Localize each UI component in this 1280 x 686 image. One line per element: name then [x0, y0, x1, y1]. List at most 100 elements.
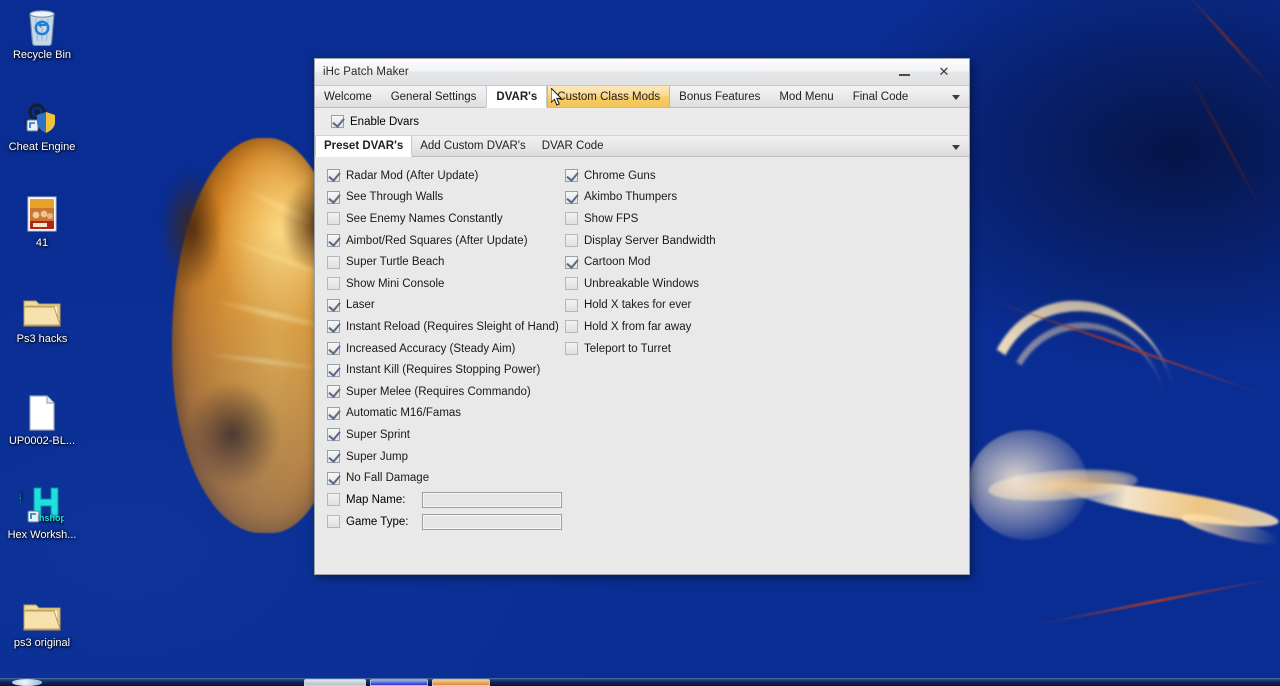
- subtab-dvar-code[interactable]: DVAR Code: [534, 136, 612, 156]
- sub-tab-strip[interactable]: Preset DVAR's Add Custom DVAR's DVAR Code: [315, 136, 969, 157]
- dvar-label: Instant Reload (Requires Sleight of Hand…: [346, 320, 559, 333]
- dvar-option-row[interactable]: Super Melee (Requires Commando): [327, 381, 565, 403]
- tab-welcome[interactable]: Welcome: [315, 86, 382, 107]
- dvar-checkbox[interactable]: [327, 298, 340, 312]
- dvar-checkbox[interactable]: [565, 169, 578, 183]
- dvar-checkbox[interactable]: [565, 255, 578, 269]
- dvar-checkbox[interactable]: [327, 428, 340, 442]
- dvar-checkbox[interactable]: [327, 234, 340, 248]
- game-type-checkbox[interactable]: [327, 515, 340, 529]
- dvar-option-row[interactable]: Display Server Bandwidth: [565, 230, 815, 252]
- dvar-checkbox[interactable]: [327, 320, 340, 334]
- jellyfish-tentacle-arc-2: [988, 307, 1182, 512]
- dvar-option-row[interactable]: Hold X takes for ever: [565, 295, 815, 317]
- dvar-option-row[interactable]: See Enemy Names Constantly: [327, 208, 565, 230]
- game-type-row: Game Type:: [327, 511, 565, 533]
- dvar-checkbox[interactable]: [327, 212, 340, 226]
- dvar-checkbox[interactable]: [327, 406, 340, 420]
- dvar-label: Instant Kill (Requires Stopping Power): [346, 364, 541, 377]
- desktop-icon-ps3-original[interactable]: ps3 original: [0, 592, 84, 649]
- desktop-icon-ps3-hacks[interactable]: Ps3 hacks: [0, 288, 84, 345]
- dvar-checkbox[interactable]: [327, 342, 340, 356]
- dvar-checkbox[interactable]: [327, 190, 340, 204]
- dvar-option-row[interactable]: Radar Mod (After Update): [327, 165, 565, 187]
- dvar-option-row[interactable]: Laser: [327, 295, 565, 317]
- dvar-option-row[interactable]: Instant Kill (Requires Stopping Power): [327, 359, 565, 381]
- window-titlebar[interactable]: iHc Patch Maker ✕: [315, 59, 969, 86]
- dvar-option-row[interactable]: Increased Accuracy (Steady Aim): [327, 338, 565, 360]
- dvar-label: No Fall Damage: [346, 472, 430, 485]
- dvar-option-row[interactable]: Automatic M16/Famas: [327, 403, 565, 425]
- dvar-checkbox[interactable]: [565, 277, 578, 291]
- dvar-option-row[interactable]: Cartoon Mod: [565, 251, 815, 273]
- folder-icon: [0, 288, 84, 330]
- dvar-option-row[interactable]: Super Jump: [327, 446, 565, 468]
- hex-h-icon: HEX hshop: [0, 484, 84, 526]
- dvar-option-row[interactable]: No Fall Damage: [327, 467, 565, 489]
- dvar-checkbox[interactable]: [565, 212, 578, 226]
- game-type-input[interactable]: [422, 513, 562, 530]
- minimize-icon: [898, 73, 910, 76]
- dvar-label: Super Turtle Beach: [346, 256, 445, 269]
- tab-final-code[interactable]: Final Code: [844, 86, 919, 107]
- tab-overflow-button[interactable]: [947, 86, 965, 108]
- dvar-label: Unbreakable Windows: [584, 277, 700, 290]
- minimize-button[interactable]: [885, 59, 923, 84]
- jellyfish-tentacle-band-2: [987, 464, 1139, 506]
- desktop-icon-cheat-engine[interactable]: Cheat Engine: [0, 96, 84, 153]
- tab-mod-menu[interactable]: Mod Menu: [770, 86, 843, 107]
- dvar-checkbox[interactable]: [327, 169, 340, 183]
- dvar-checkbox[interactable]: [327, 471, 340, 485]
- tab-general-settings[interactable]: General Settings: [382, 86, 487, 107]
- dvar-option-row[interactable]: Chrome Guns: [565, 165, 815, 187]
- svg-text:HEX: HEX: [20, 492, 23, 503]
- dvar-option-row[interactable]: Super Turtle Beach: [327, 251, 565, 273]
- dvar-checkbox[interactable]: [565, 342, 578, 356]
- subtab-overflow-button[interactable]: [947, 136, 965, 158]
- tab-custom-class-mods[interactable]: Custom Class Mods: [547, 86, 671, 107]
- tab-label: Custom Class Mods: [557, 90, 661, 103]
- dvar-checkbox[interactable]: [327, 277, 340, 291]
- dvar-option-row[interactable]: Show Mini Console: [327, 273, 565, 295]
- desktop-icon-recycle-bin[interactable]: Recycle Bin: [0, 4, 84, 61]
- taskbar-button-1[interactable]: [304, 679, 366, 686]
- taskbar-button-3[interactable]: [432, 679, 490, 686]
- dvar-option-row[interactable]: Instant Reload (Requires Sleight of Hand…: [327, 316, 565, 338]
- close-icon: ✕: [938, 63, 950, 79]
- dvar-checkbox[interactable]: [327, 385, 340, 399]
- tab-dvar-s[interactable]: DVAR's: [486, 86, 548, 108]
- desktop-icon-up0002-bl[interactable]: UP0002-BL...: [0, 390, 84, 447]
- dvar-checkbox[interactable]: [327, 450, 340, 464]
- main-tab-strip[interactable]: Welcome General Settings DVAR's Custom Clas…: [315, 86, 969, 108]
- dvar-checkbox[interactable]: [327, 255, 340, 269]
- dvar-option-row[interactable]: See Through Walls: [327, 187, 565, 209]
- dvar-option-row[interactable]: Aimbot/Red Squares (After Update): [327, 230, 565, 252]
- dvar-option-row[interactable]: Super Sprint: [327, 424, 565, 446]
- dvar-checkbox[interactable]: [565, 234, 578, 248]
- start-button[interactable]: [12, 679, 42, 686]
- map-name-input[interactable]: [422, 491, 562, 508]
- taskbar-button-2[interactable]: [370, 679, 428, 686]
- taskbar[interactable]: [0, 678, 1280, 686]
- dvar-checkbox[interactable]: [565, 320, 578, 334]
- close-button[interactable]: ✕: [925, 59, 963, 84]
- subtab-add-custom-dvar-s[interactable]: Add Custom DVAR's: [412, 136, 534, 156]
- dvar-option-row[interactable]: Akimbo Thumpers: [565, 187, 815, 209]
- jellyfish-tentacle-band: [1064, 475, 1280, 535]
- patch-maker-window: iHc Patch Maker ✕ Welcome General Setting…: [314, 58, 970, 575]
- dvar-option-row[interactable]: Hold X from far away: [565, 316, 815, 338]
- tab-bonus-features[interactable]: Bonus Features: [670, 86, 770, 107]
- dvar-label: Automatic M16/Famas: [346, 407, 462, 420]
- dvar-option-row[interactable]: Show FPS: [565, 208, 815, 230]
- enable-dvars-checkbox[interactable]: [331, 115, 344, 128]
- desktop-icon-hex-workshop[interactable]: HEX hshop Hex Worksh...: [0, 484, 84, 541]
- desktop-icon-41[interactable]: 41: [0, 192, 84, 249]
- dvar-checkbox[interactable]: [565, 298, 578, 312]
- enable-dvars-band: Enable Dvars: [315, 108, 969, 136]
- dvar-option-row[interactable]: Teleport to Turret: [565, 338, 815, 360]
- dvar-option-row[interactable]: Unbreakable Windows: [565, 273, 815, 295]
- dvar-checkbox[interactable]: [327, 363, 340, 377]
- dvar-checkbox[interactable]: [565, 190, 578, 204]
- map-name-checkbox[interactable]: [327, 493, 340, 507]
- subtab-preset-dvar-s[interactable]: Preset DVAR's: [315, 136, 413, 157]
